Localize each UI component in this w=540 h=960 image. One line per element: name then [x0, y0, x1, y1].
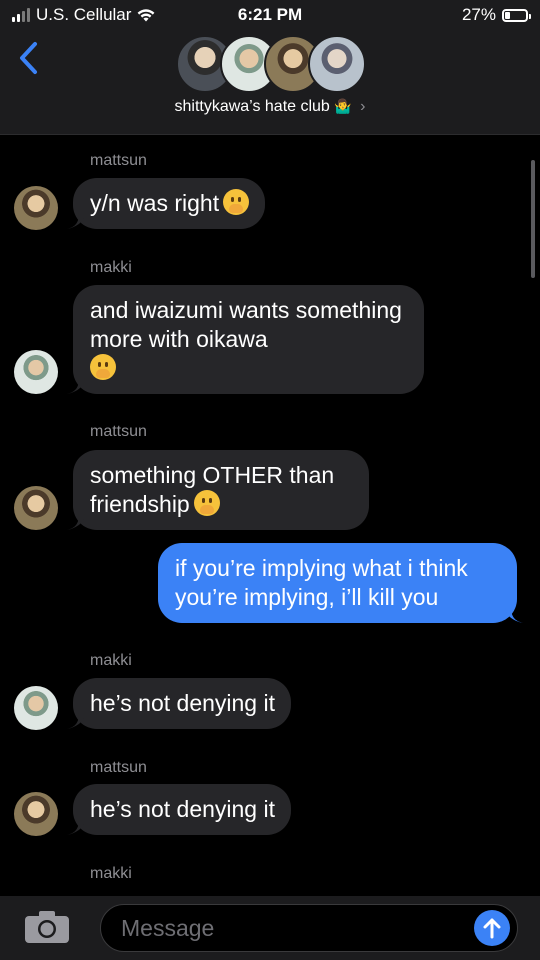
avatar: [14, 486, 58, 530]
chevron-right-icon: ›: [360, 98, 366, 115]
shushing-face-icon: [90, 354, 116, 380]
group-title: shittykawa’s hate club: [174, 98, 330, 115]
send-button[interactable]: [474, 910, 510, 946]
avatar: [14, 686, 58, 730]
status-bar: U.S. Cellular 6:21 PM 27%: [0, 0, 540, 30]
message-bubble[interactable]: he’s not denying it: [67, 678, 291, 729]
message-composer: [0, 896, 540, 960]
bubble-tail: [67, 819, 85, 835]
bubble-tail: [67, 378, 85, 394]
message-bubble[interactable]: y/n was right: [67, 178, 266, 229]
message-text: y/n was right: [90, 190, 220, 216]
message-text: he’s not denying it: [90, 690, 275, 716]
avatar: [14, 186, 58, 230]
clock: 6:21 PM: [237, 5, 303, 24]
sender-name: mattsun: [90, 759, 147, 776]
scrollbar[interactable]: [531, 160, 535, 278]
message-text: if you’re implying what i think you’re i…: [175, 555, 468, 610]
conversation-header: U.S. Cellular 6:21 PM 27% shittykawa’s h…: [0, 0, 540, 135]
chevron-left-icon[interactable]: [16, 40, 42, 76]
battery-icon: [502, 8, 531, 22]
bubble-tail: [67, 514, 85, 530]
battery-percent: 27%: [461, 5, 496, 24]
sender-name: makki: [90, 652, 132, 669]
battery-area: 27%: [461, 5, 531, 25]
message-bubble[interactable]: he’s not denying it: [67, 784, 291, 835]
avatar: [14, 792, 58, 836]
group-name[interactable]: shittykawa’s hate club 🤷‍♂️ ›: [0, 98, 540, 116]
avatar: [14, 350, 58, 394]
sender-name: makki: [90, 259, 132, 276]
sent-message-bubble[interactable]: if you’re implying what i think you’re i…: [158, 543, 523, 623]
message-bubble[interactable]: something OTHER than friendship: [67, 450, 369, 530]
message-text: he’s not denying it: [90, 796, 275, 822]
message-text: and iwaizumi wants something more with o…: [90, 297, 402, 352]
sender-name: makki: [90, 865, 132, 882]
message-input[interactable]: [100, 904, 518, 952]
sender-name: mattsun: [90, 152, 147, 169]
message-bubble[interactable]: and iwaizumi wants something more with o…: [67, 285, 424, 394]
sender-name: mattsun: [90, 423, 147, 440]
shrug-emoji: 🤷‍♂️: [334, 98, 352, 114]
bubble-tail: [67, 213, 85, 229]
bubble-tail: [505, 607, 523, 623]
shushing-face-icon: [223, 189, 250, 215]
shushing-face-icon: [193, 490, 220, 516]
bubble-tail: [67, 713, 85, 729]
camera-icon[interactable]: [24, 910, 70, 944]
group-avatar-stack[interactable]: [176, 35, 366, 95]
avatar: [308, 35, 366, 93]
arrow-up-icon: [483, 918, 501, 939]
